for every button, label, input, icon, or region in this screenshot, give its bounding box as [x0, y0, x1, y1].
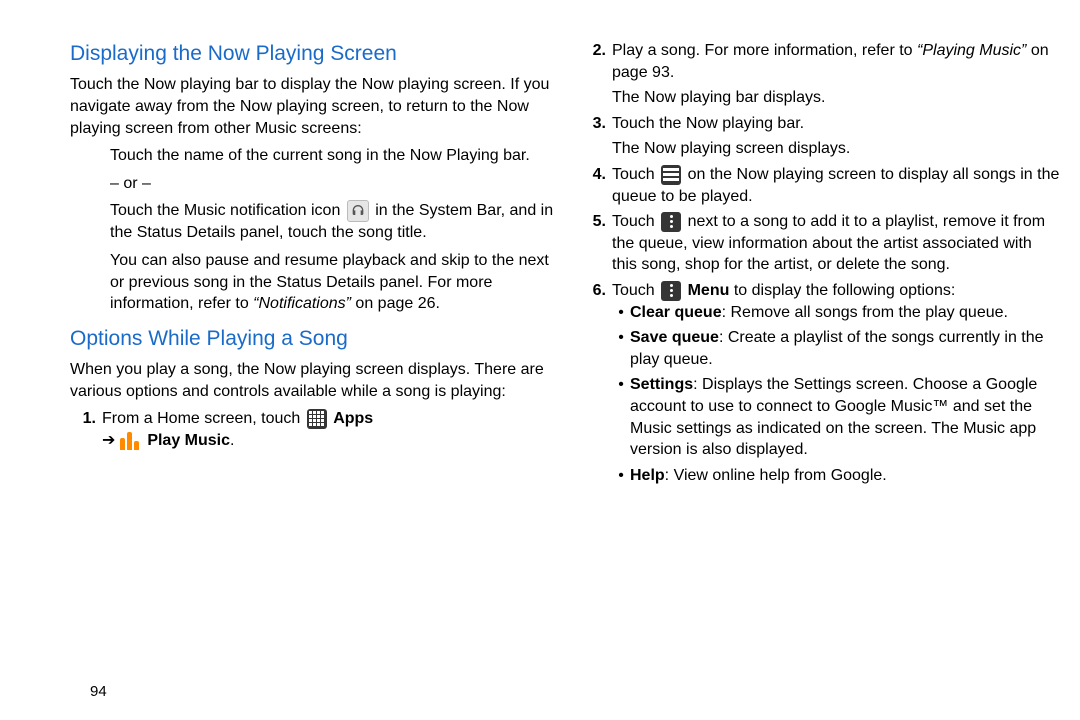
song-options-icon: [661, 212, 681, 232]
step-1-body: From a Home screen, touch Apps ➔ Play Mu…: [102, 408, 560, 451]
bullet-dot: •: [612, 302, 630, 324]
step-2c: The Now playing bar displays.: [612, 87, 1060, 109]
step-2-body: Play a song. For more information, refer…: [612, 40, 1060, 109]
step-6-number: 6.: [580, 280, 612, 490]
sub-option-2a: Touch the Music notification icon: [110, 203, 345, 220]
sub-note: You can also pause and resume playback a…: [70, 250, 560, 315]
step-3a: Touch the Now playing bar.: [612, 115, 804, 132]
sub-option-2: Touch the Music notification icon in the…: [70, 200, 560, 244]
help-label: Help: [630, 467, 665, 484]
step-3-body: Touch the Now playing bar. The Now playi…: [612, 113, 1060, 160]
left-column: Displaying the Now Playing Screen Touch …: [70, 40, 570, 720]
sub-option-1: Touch the name of the current song in th…: [70, 145, 560, 167]
step-6a: Touch: [612, 282, 659, 299]
step-6: 6. Touch Menu to display the following o…: [580, 280, 1060, 490]
queue-icon: [661, 165, 681, 185]
step-4a: Touch: [612, 166, 659, 183]
heading-displaying-now-playing: Displaying the Now Playing Screen: [70, 40, 560, 68]
tm-symbol: ™: [932, 398, 948, 415]
step-6b: to display the following options:: [734, 282, 955, 299]
step-3b: The Now playing screen displays.: [612, 138, 1060, 160]
step-5a: Touch: [612, 213, 659, 230]
heading-options-while-playing: Options While Playing a Song: [70, 325, 560, 353]
bullet-clear-queue: • Clear queue: Remove all songs from the…: [612, 302, 1060, 324]
notifications-ref: “Notifications”: [253, 295, 351, 312]
step-4-number: 4.: [580, 164, 612, 207]
step-6-body: Touch Menu to display the following opti…: [612, 280, 1060, 490]
period: .: [230, 432, 234, 449]
clear-queue-label: Clear queue: [630, 304, 722, 321]
manual-page: Displaying the Now Playing Screen Touch …: [0, 0, 1080, 720]
bullet-dot: •: [612, 465, 630, 487]
or-divider: – or –: [70, 173, 560, 195]
step-4-body: Touch on the Now playing screen to displ…: [612, 164, 1060, 207]
intro-paragraph-1: Touch the Now playing bar to display the…: [70, 74, 560, 139]
bullet-save-queue: • Save queue: Create a playlist of the s…: [612, 327, 1060, 370]
bullet-dot: •: [612, 374, 630, 460]
step-3-number: 3.: [580, 113, 612, 160]
play-music-label: Play Music: [147, 432, 230, 449]
intro-paragraph-2: When you play a song, the Now playing sc…: [70, 359, 560, 402]
bullet-settings: • Settings: Displays the Settings screen…: [612, 374, 1060, 460]
arrow-symbol: ➔: [102, 432, 120, 449]
play-music-icon: [120, 432, 139, 450]
right-column: 2. Play a song. For more information, re…: [570, 40, 1070, 720]
step-2a: Play a song. For more information, refer…: [612, 42, 917, 59]
bullet-dot: •: [612, 327, 630, 370]
apps-grid-icon: [307, 409, 327, 429]
menu-icon: [661, 281, 681, 301]
step-5-body: Touch next to a song to add it to a play…: [612, 211, 1060, 276]
bullet-help: • Help: View online help from Google.: [612, 465, 1060, 487]
clear-queue-text: : Remove all songs from the play queue.: [722, 304, 1008, 321]
sub-note-b: on page 26.: [351, 295, 440, 312]
step-1-number: 1.: [70, 408, 102, 451]
page-number: 94: [90, 682, 107, 702]
step-3: 3. Touch the Now playing bar. The Now pl…: [580, 113, 1060, 160]
step-2-number: 2.: [580, 40, 612, 109]
step-1-text-a: From a Home screen, touch: [102, 410, 305, 427]
playing-music-ref: “Playing Music”: [917, 42, 1026, 59]
help-text: : View online help from Google.: [665, 467, 887, 484]
save-queue-label: Save queue: [630, 329, 719, 346]
step-2: 2. Play a song. For more information, re…: [580, 40, 1060, 109]
menu-label: Menu: [688, 282, 730, 299]
apps-label: Apps: [333, 410, 373, 427]
step-5-number: 5.: [580, 211, 612, 276]
step-4: 4. Touch on the Now playing screen to di…: [580, 164, 1060, 207]
headphones-icon: [347, 200, 369, 222]
step-5: 5. Touch next to a song to add it to a p…: [580, 211, 1060, 276]
step-1: 1. From a Home screen, touch Apps ➔ Play…: [70, 408, 560, 451]
settings-label: Settings: [630, 376, 693, 393]
